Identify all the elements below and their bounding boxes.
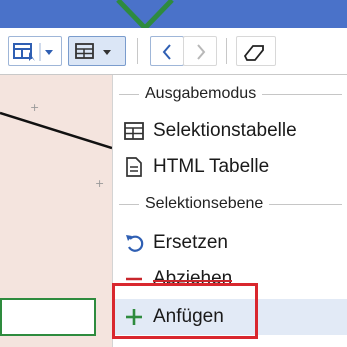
section-title: Selektionsebene <box>145 195 264 212</box>
document-icon <box>123 156 145 178</box>
menu-item-append[interactable]: Anfügen <box>115 299 347 335</box>
table-icon <box>123 120 145 142</box>
toolbar-separator <box>226 38 227 64</box>
previous-button[interactable] <box>150 36 184 66</box>
menu-item-label: Ersetzen <box>153 232 228 253</box>
section-header-selection-layer: Selektionsebene <box>113 189 347 219</box>
menu-item-selection-table[interactable]: Selektionstabelle <box>115 113 347 149</box>
menu-item-label-text: Abziehen <box>153 268 233 289</box>
output-mode-menu: Ausgabemodus Selektionstabelle HTML Tabe… <box>112 75 347 347</box>
section-header-output-mode: Ausgabemodus <box>113 79 347 109</box>
menu-item-label: HTML Tabelle <box>153 156 270 177</box>
chevron-left-icon <box>162 44 171 60</box>
clear-selection-button[interactable] <box>236 36 276 66</box>
section-title: Ausgabemodus <box>145 85 257 102</box>
strikethrough-line <box>153 279 233 282</box>
table-select-icon <box>13 43 53 61</box>
output-mode-dropdown-button[interactable] <box>68 36 126 66</box>
menu-item-label: Anfügen <box>153 306 224 327</box>
map-text-field[interactable] <box>0 298 96 336</box>
svg-text:+: + <box>30 101 39 114</box>
table-icon <box>75 43 111 59</box>
chevron-right-icon <box>197 44 206 60</box>
menu-item-html-table[interactable]: HTML Tabelle <box>115 149 347 185</box>
undo-arrow-icon <box>123 232 145 254</box>
menu-item-label: Selektionstabelle <box>153 120 297 141</box>
toolbar-separator <box>137 38 138 64</box>
menu-item-subtract[interactable]: Abziehen <box>115 261 347 297</box>
menu-item-label: Abziehen <box>153 268 233 290</box>
minus-icon <box>123 268 145 290</box>
next-button[interactable] <box>183 36 217 66</box>
select-features-button[interactable] <box>8 36 62 66</box>
eraser-icon <box>243 45 264 61</box>
toolbar <box>0 28 347 75</box>
plus-icon <box>123 306 145 328</box>
menu-item-replace[interactable]: Ersetzen <box>115 225 347 261</box>
svg-text:+: + <box>95 177 104 190</box>
